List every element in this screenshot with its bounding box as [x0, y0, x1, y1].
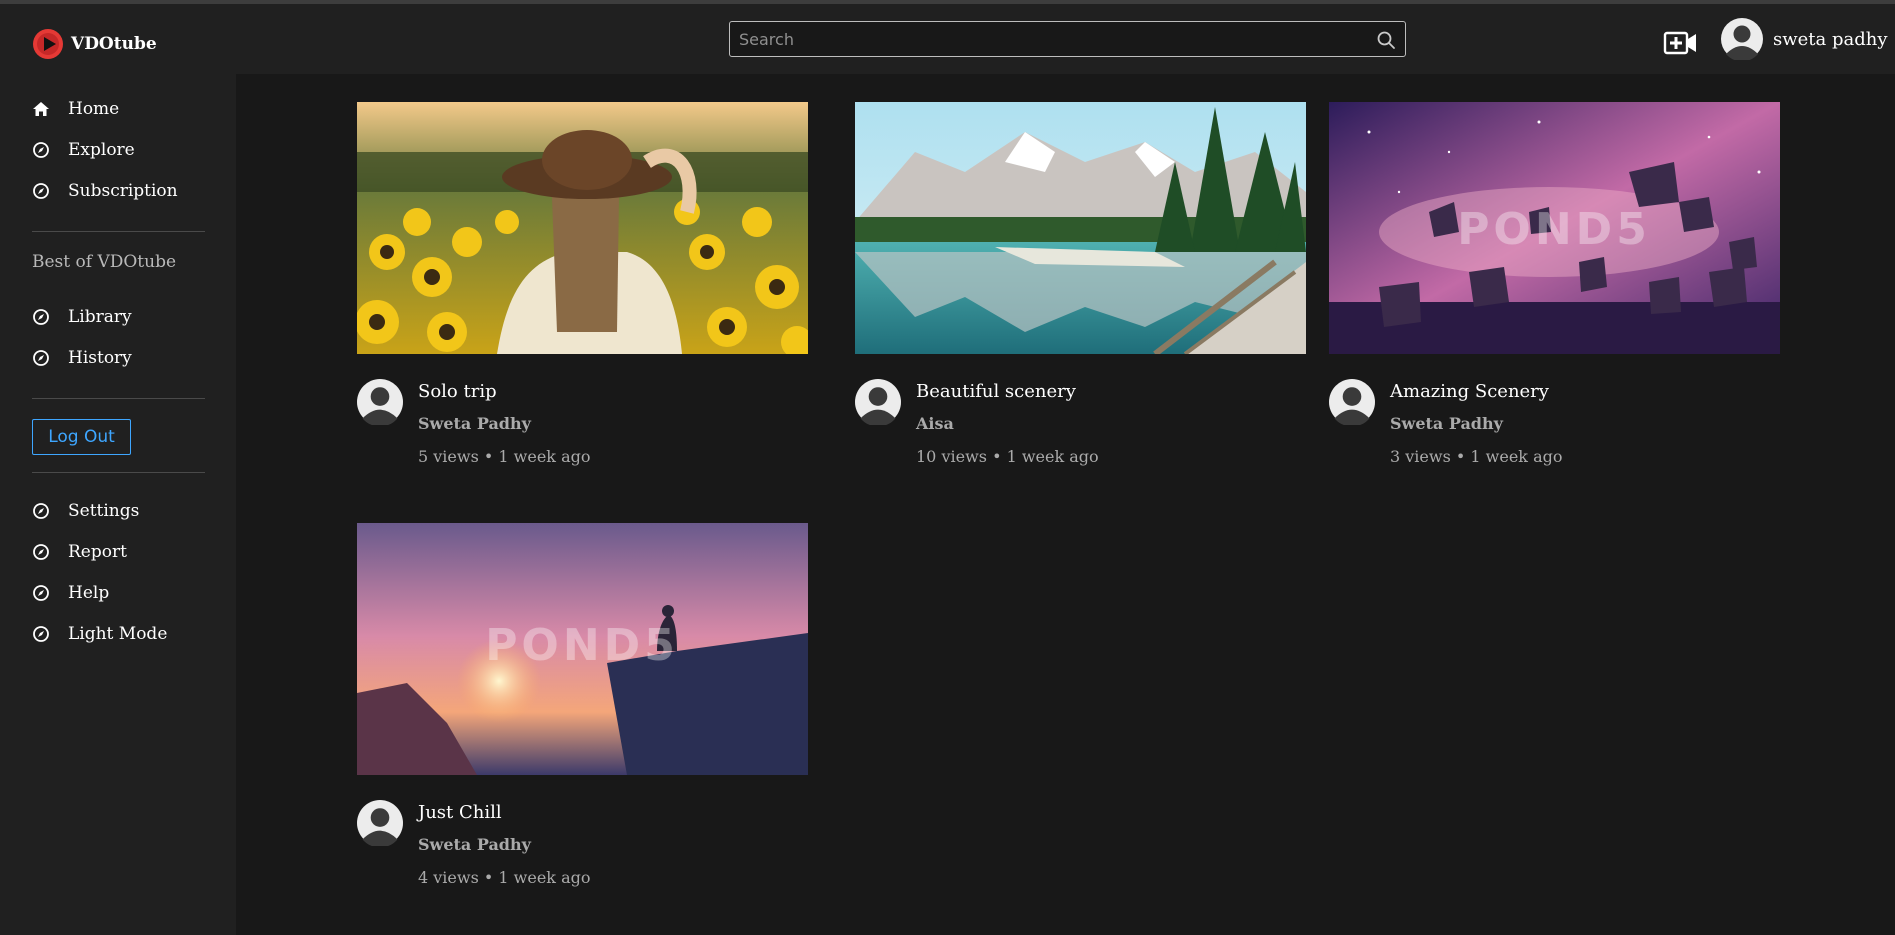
sidebar-item-label: Library — [68, 307, 132, 327]
video-meta: Solo trip Sweta Padhy 5 views • 1 week a… — [357, 354, 808, 466]
video-meta: Beautiful scenery Aisa 10 views • 1 week… — [855, 354, 1306, 466]
video-card[interactable]: Beautiful scenery Aisa 10 views • 1 week… — [855, 102, 1306, 466]
channel-avatar[interactable] — [357, 379, 403, 425]
sidebar: Home Explore Subscription Best of VDOtub… — [0, 74, 236, 935]
video-meta: Just Chill Sweta Padhy 4 views • 1 week … — [357, 775, 808, 887]
app-name: VDOtube — [71, 34, 157, 54]
add-video-icon[interactable] — [1663, 28, 1697, 58]
sidebar-item-library[interactable]: Library — [32, 302, 132, 332]
user-menu[interactable]: sweta padhy — [1721, 18, 1888, 60]
sidebar-item-label: Settings — [68, 501, 140, 521]
video-thumbnail[interactable]: POND5 — [1329, 102, 1780, 354]
sidebar-divider — [32, 472, 205, 473]
channel-name[interactable]: Aisa — [916, 414, 954, 433]
sidebar-divider — [32, 398, 205, 399]
compass-icon — [33, 585, 49, 601]
channel-name[interactable]: Sweta Padhy — [418, 835, 531, 854]
compass-icon — [33, 503, 49, 519]
video-title[interactable]: Solo trip — [418, 381, 497, 402]
sidebar-divider — [32, 231, 205, 232]
sidebar-item-help[interactable]: Help — [32, 578, 109, 608]
compass-icon — [33, 142, 49, 158]
sidebar-item-label: Subscription — [68, 181, 178, 201]
video-title[interactable]: Amazing Scenery — [1390, 381, 1549, 402]
video-thumbnail[interactable] — [357, 102, 808, 354]
sidebar-item-history[interactable]: History — [32, 343, 132, 373]
sidebar-item-explore[interactable]: Explore — [32, 135, 135, 165]
video-stats: 3 views • 1 week ago — [1390, 447, 1563, 466]
channel-avatar[interactable] — [1329, 379, 1375, 425]
video-stats: 5 views • 1 week ago — [418, 447, 591, 466]
sidebar-item-report[interactable]: Report — [32, 537, 127, 567]
top-header: VDOtube sweta padhy — [0, 4, 1895, 74]
play-logo-icon — [33, 29, 63, 59]
sidebar-item-label: History — [68, 348, 132, 368]
channel-name[interactable]: Sweta Padhy — [1390, 414, 1503, 433]
sidebar-section-title: Best of VDOtube — [32, 252, 177, 272]
sidebar-item-subscription[interactable]: Subscription — [32, 176, 178, 206]
compass-icon — [33, 544, 49, 560]
video-thumbnail[interactable] — [855, 102, 1306, 354]
compass-icon — [33, 183, 49, 199]
sidebar-item-label: Report — [68, 542, 127, 562]
search-input[interactable] — [730, 22, 1350, 56]
pond5-watermark: POND5 — [485, 620, 679, 671]
channel-avatar[interactable] — [855, 379, 901, 425]
user-name: sweta padhy — [1773, 28, 1888, 50]
search-box — [729, 21, 1406, 57]
home-icon — [33, 102, 49, 116]
sidebar-item-label: Help — [68, 583, 110, 603]
video-card[interactable]: Solo trip Sweta Padhy 5 views • 1 week a… — [357, 102, 808, 466]
video-stats: 4 views • 1 week ago — [418, 868, 591, 887]
video-title[interactable]: Just Chill — [418, 802, 502, 823]
sidebar-item-label: Light Mode — [68, 624, 168, 644]
search-icon[interactable] — [1376, 30, 1396, 50]
logo[interactable]: VDOtube — [32, 28, 157, 60]
sidebar-item-home[interactable]: Home — [32, 94, 119, 124]
sidebar-item-label: Explore — [68, 140, 135, 160]
avatar — [1721, 18, 1763, 60]
sidebar-item-light-mode[interactable]: Light Mode — [32, 619, 167, 649]
compass-icon — [33, 626, 49, 642]
compass-icon — [33, 309, 49, 325]
video-thumbnail[interactable]: POND5 — [357, 523, 808, 775]
channel-avatar[interactable] — [357, 800, 403, 846]
video-card[interactable]: POND5 Just Chill Sweta Padhy 4 views • 1… — [357, 523, 808, 887]
sidebar-item-label: Home — [68, 99, 120, 119]
video-card[interactable]: POND5 Amazing Scenery Sweta Padhy 3 view… — [1329, 102, 1780, 466]
video-stats: 10 views • 1 week ago — [916, 447, 1099, 466]
video-title[interactable]: Beautiful scenery — [916, 381, 1076, 402]
video-meta: Amazing Scenery Sweta Padhy 3 views • 1 … — [1329, 354, 1780, 466]
compass-icon — [33, 350, 49, 366]
logout-button[interactable]: Log Out — [32, 419, 131, 455]
sidebar-item-settings[interactable]: Settings — [32, 496, 139, 526]
pond5-watermark: POND5 — [1457, 204, 1651, 255]
channel-name[interactable]: Sweta Padhy — [418, 414, 531, 433]
